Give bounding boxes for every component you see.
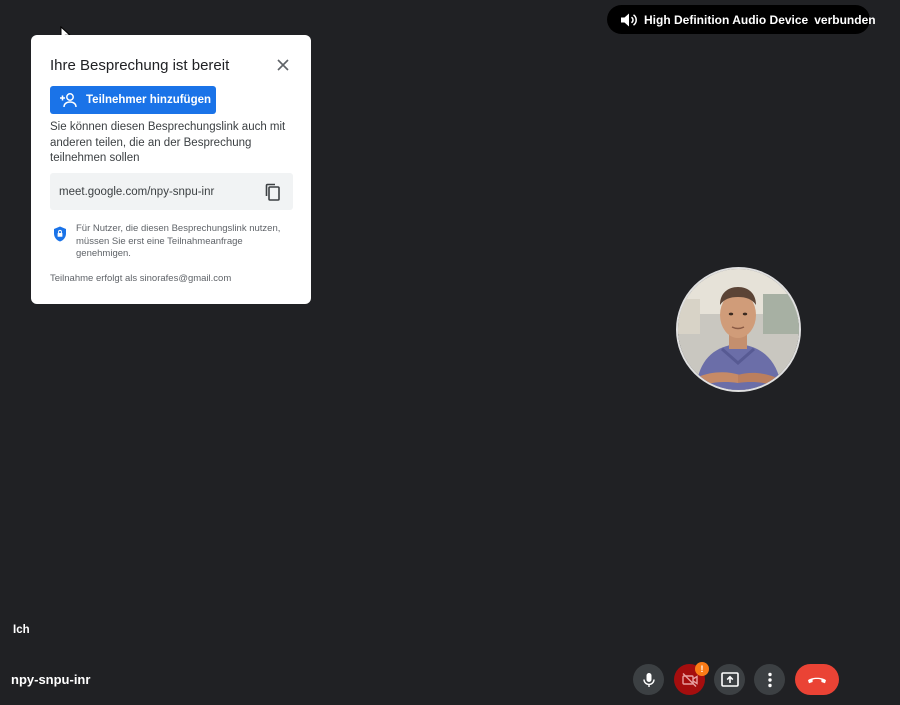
camera-off-icon: [681, 672, 698, 687]
present-screen-icon: [720, 672, 739, 687]
self-tile-label: Ich: [13, 624, 30, 636]
audio-device-connection-status: verbunden: [814, 12, 876, 27]
meeting-code: npy-snpu-inr: [11, 672, 91, 687]
speaker-icon: [620, 12, 638, 28]
participant-avatar: [676, 267, 801, 392]
present-screen-button[interactable]: [714, 664, 745, 695]
camera-warning-badge: !: [695, 662, 709, 676]
audio-device-status: High Definition Audio Device verbunden: [607, 5, 876, 34]
leave-call-button[interactable]: [795, 664, 839, 695]
dialog-title: Ihre Besprechung ist bereit: [50, 57, 230, 74]
shield-icon: [54, 226, 66, 242]
meeting-link-box: meet.google.com/npy-snpu-inr: [50, 173, 293, 210]
microphone-icon: [642, 672, 655, 687]
meeting-link[interactable]: meet.google.com/npy-snpu-inr: [59, 186, 214, 198]
meet-call-screen: High Definition Audio Device verbunden I…: [0, 0, 900, 705]
security-note: Für Nutzer, die diesen Besprechungslink …: [76, 223, 281, 259]
microphone-button[interactable]: [633, 664, 664, 695]
add-participants-button[interactable]: Teilnehmer hinzufügen: [50, 86, 216, 114]
share-description: Sie können diesen Besprechungslink auch …: [50, 121, 286, 164]
audio-device-name: High Definition Audio Device: [644, 12, 809, 27]
copy-icon[interactable]: [263, 182, 283, 202]
add-person-icon: [59, 92, 79, 108]
more-options-button[interactable]: [754, 664, 785, 695]
more-options-icon: [767, 672, 772, 687]
hang-up-icon: [808, 677, 826, 683]
joined-as-text: Teilnahme erfolgt als sinorafes@gmail.co…: [50, 273, 232, 284]
meeting-ready-dialog: Ihre Besprechung ist bereit Teilnehmer h…: [31, 35, 311, 304]
add-participants-label: Teilnehmer hinzufügen: [86, 94, 212, 106]
close-icon[interactable]: [275, 57, 291, 73]
